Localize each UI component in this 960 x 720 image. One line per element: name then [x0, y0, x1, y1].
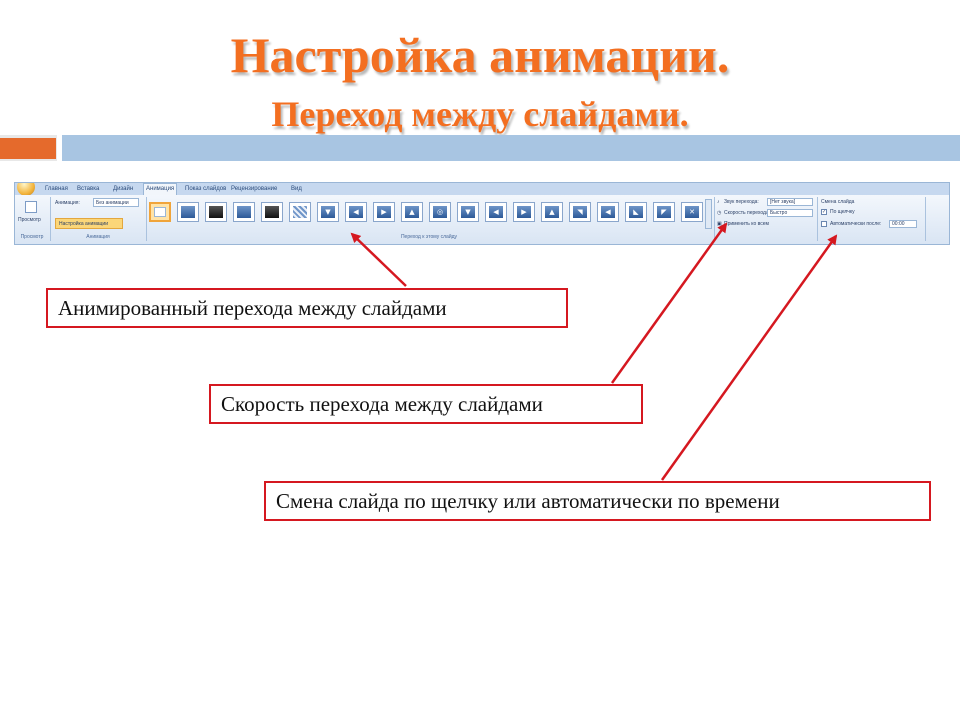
arrow-to-advance — [660, 234, 838, 481]
group-separator — [714, 197, 715, 241]
transition-group-label: Переход к этому слайду — [400, 234, 458, 240]
transition-push-right-thumb[interactable]: ▶ — [513, 202, 535, 222]
gallery-scroll-control[interactable] — [705, 199, 712, 229]
preview-group-label: Просмотр — [20, 234, 44, 240]
tab-view[interactable]: Вид — [291, 184, 302, 195]
transition-fade-black-thumb[interactable] — [205, 202, 227, 222]
office-button-icon[interactable] — [17, 183, 35, 196]
transition-fade-thumb[interactable] — [177, 202, 199, 222]
ribbon-tab-bar: Главная Вставка Дизайн Анимация Показ сл… — [15, 183, 949, 196]
speed-label: Скорость перехода: — [724, 210, 771, 216]
transition-cover-thumb[interactable]: ◥ — [569, 202, 591, 222]
preview-label: Просмотр — [18, 217, 41, 223]
transition-push-down-thumb[interactable]: ▼ — [457, 202, 479, 222]
transition-uncover-right-thumb[interactable]: ◤ — [653, 202, 675, 222]
arrow-up-icon: ▲ — [409, 208, 415, 216]
tab-insert[interactable]: Вставка — [77, 184, 99, 195]
header-band-right — [62, 135, 960, 161]
arrow-up-left-icon: ◤ — [661, 208, 667, 216]
slide-subtitle: Переход между слайдами. — [271, 94, 689, 134]
transition-cut-thumb[interactable] — [233, 202, 255, 222]
group-separator — [925, 197, 926, 241]
ribbon-screenshot: Главная Вставка Дизайн Анимация Показ сл… — [14, 182, 950, 245]
on-click-label: По щелчку — [830, 209, 855, 215]
auto-after-checkbox[interactable] — [821, 221, 827, 227]
animation-group-label: Анимация — [86, 234, 110, 240]
transition-zoom-thumb[interactable]: ✕ — [681, 202, 703, 222]
transition-circle-thumb[interactable]: ◎ — [429, 202, 451, 222]
header-band-accent — [0, 138, 56, 159]
preview-button[interactable]: Просмотр — [18, 199, 44, 229]
transition-wipe-up-thumb[interactable]: ▲ — [401, 202, 423, 222]
group-separator — [817, 197, 818, 241]
transition-push-left-thumb[interactable]: ◀ — [485, 202, 507, 222]
animation-label: Анимация: — [55, 200, 80, 206]
arrow-up-right-icon: ◥ — [577, 208, 583, 216]
callout-transition-speed: Скорость перехода между слайдами — [209, 384, 643, 424]
arrow-up-icon: ▲ — [549, 208, 555, 216]
sound-icon: ♪ — [717, 199, 720, 205]
transition-wipe-left-thumb[interactable]: ◀ — [345, 202, 367, 222]
callout-slide-advance: Смена слайда по щелчку или автоматически… — [264, 481, 931, 521]
transition-wipe-down-thumb[interactable]: ▼ — [317, 202, 339, 222]
arrow-down-left-icon: ◣ — [633, 208, 639, 216]
auto-after-label: Автоматически после: — [830, 221, 882, 227]
auto-after-value: 00:00 — [892, 221, 905, 227]
tab-design[interactable]: Дизайн — [113, 184, 133, 195]
animation-value: Без анимации — [96, 200, 129, 206]
transition-cut-black-thumb[interactable] — [261, 202, 283, 222]
transition-none-thumb[interactable] — [149, 202, 171, 222]
tab-slideshow[interactable]: Показ слайдов — [185, 184, 226, 195]
sound-select[interactable]: [Нет звука] — [767, 198, 813, 206]
zoom-icon: ✕ — [689, 208, 695, 216]
arrow-right-icon: ▶ — [381, 208, 387, 216]
on-click-checkbox[interactable]: ✓ — [821, 209, 827, 215]
callout-animated-transition: Анимированный перехода между слайдами — [46, 288, 568, 328]
transition-uncover-thumb[interactable]: ◣ — [625, 202, 647, 222]
speed-icon: ◷ — [717, 210, 722, 216]
speed-select[interactable]: Быстро — [767, 209, 813, 217]
advance-header: Смена слайда — [821, 199, 855, 205]
circle-icon: ◎ — [436, 208, 444, 216]
custom-animation-label: Настройка анимации — [59, 221, 109, 227]
animation-select[interactable]: Без анимации — [93, 198, 139, 207]
transition-cover-left-thumb[interactable]: ◀ — [597, 202, 619, 222]
arrow-left-icon: ◀ — [493, 208, 499, 216]
tab-review[interactable]: Рецензирование — [231, 184, 277, 195]
tab-home[interactable]: Главная — [45, 184, 68, 195]
sound-value: [Нет звука] — [770, 199, 796, 205]
slide-title: Настройка анимации. — [230, 27, 730, 83]
transition-dissolve-thumb[interactable] — [289, 202, 311, 222]
transition-push-up-thumb[interactable]: ▲ — [541, 202, 563, 222]
auto-after-input[interactable]: 00:00 — [889, 220, 917, 228]
arrow-left-icon: ◀ — [605, 208, 611, 216]
arrow-to-speed — [610, 222, 728, 384]
transition-wipe-right-thumb[interactable]: ▶ — [373, 202, 395, 222]
custom-animation-button[interactable]: Настройка анимации — [55, 218, 123, 229]
apply-all-button[interactable]: Применить ко всем — [724, 220, 769, 228]
preview-icon — [25, 201, 37, 213]
arrow-down-icon: ▼ — [465, 208, 471, 216]
arrow-right-icon: ▶ — [521, 208, 527, 216]
arrow-down-icon: ▼ — [325, 208, 331, 216]
sound-label: Звук перехода: — [724, 199, 759, 205]
group-separator — [146, 197, 147, 241]
apply-all-icon: ▣ — [717, 221, 722, 227]
arrow-left-icon: ◀ — [353, 208, 359, 216]
speed-value: Быстро — [770, 210, 788, 216]
